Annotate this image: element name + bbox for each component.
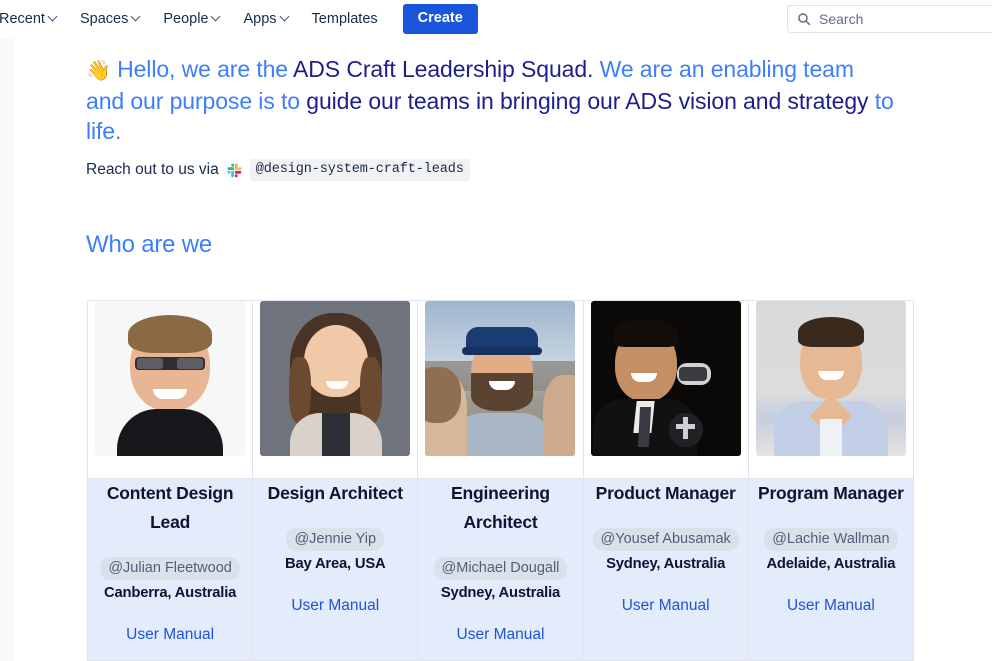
portrait-julian xyxy=(95,301,246,456)
team-mention-pill[interactable]: @Lachie Wallman xyxy=(764,528,898,551)
portrait-yousef xyxy=(590,301,741,456)
team-photo-cell xyxy=(747,300,915,479)
section-heading-who-are-we: Who are we xyxy=(86,231,213,258)
team-info-cell: Program Manager @Lachie Wallman Adelaide, … xyxy=(747,478,915,661)
team-photo-cell xyxy=(417,300,584,479)
team-role-title: Program Manager xyxy=(757,483,904,503)
team-info-cell: Content Design Lead @Julian Fleetwood Canb… xyxy=(86,478,254,661)
team-mention-row: @Michael Dougall xyxy=(418,537,582,580)
user-manual-link[interactable]: User Manual xyxy=(749,596,913,616)
waving-hand-icon: 👋 xyxy=(86,60,111,82)
slack-icon xyxy=(226,162,243,179)
nav-templates[interactable]: Templates xyxy=(301,4,389,34)
nav-people-label: People xyxy=(163,11,209,27)
team-mention-pill[interactable]: @Julian Fleetwood xyxy=(100,557,240,580)
portrait-jennie xyxy=(260,301,411,456)
search-icon xyxy=(797,12,811,26)
team-photo-row xyxy=(86,300,915,479)
user-manual-link[interactable]: User Manual xyxy=(418,625,582,645)
team-location: Bay Area, USA xyxy=(285,556,386,572)
team-mention-row: @Lachie Wallman xyxy=(749,508,913,551)
nav-apps-label: Apps xyxy=(243,11,277,27)
team-mention-row: @Yousef Abusamak xyxy=(584,508,748,551)
team-role-title: Product Manager xyxy=(595,483,736,503)
left-gutter xyxy=(0,38,14,661)
portrait-lachie xyxy=(755,301,906,456)
team-mention-row: @Jennie Yip xyxy=(253,508,417,551)
contact-line: Reach out to us via @design-system-craft… xyxy=(86,159,470,181)
nav-spaces-label: Spaces xyxy=(79,11,129,27)
team-location: Adelaide, Australia xyxy=(766,556,896,572)
team-role-title: Engineering Architect xyxy=(451,483,550,532)
team-photo-cell xyxy=(582,300,749,479)
team-location: Sydney, Australia xyxy=(440,585,561,601)
team-location: Canberra, Australia xyxy=(104,585,237,601)
team-photo-cell xyxy=(86,300,254,479)
chevron-down-icon xyxy=(49,13,58,22)
user-manual-link[interactable]: User Manual xyxy=(88,625,252,645)
intro-heading: 👋 Hello, we are the ADS Craft Leadership… xyxy=(86,54,898,146)
user-manual-link[interactable]: User Manual xyxy=(584,596,748,616)
intro-segment-1: Hello, we are the xyxy=(117,56,294,82)
search-placeholder-text: Search xyxy=(819,11,864,27)
nav-recent[interactable]: Recent xyxy=(0,4,69,34)
team-info-cell: Engineering Architect @Michael Dougall Syd… xyxy=(417,478,584,661)
nav-items: Recent Spaces People Apps Templates xyxy=(0,0,389,38)
nav-recent-label: Recent xyxy=(0,11,45,27)
intro-segment-2: ADS Craft Leadership Squad. xyxy=(293,56,594,82)
team-mention-pill[interactable]: @Yousef Abusamak xyxy=(592,528,739,551)
search-input[interactable]: Search xyxy=(787,5,992,33)
team-mention-pill[interactable]: @Jennie Yip xyxy=(286,528,385,551)
nav-apps[interactable]: Apps xyxy=(232,4,300,34)
slack-channel-chip[interactable]: @design-system-craft-leads xyxy=(249,159,470,181)
portrait-michael xyxy=(425,301,576,456)
team-role-title: Content Design Lead xyxy=(106,483,234,532)
user-manual-link[interactable]: User Manual xyxy=(253,596,417,616)
team-info-cell: Product Manager @Yousef Abusamak Sydney, A… xyxy=(582,478,749,661)
contact-prefix-text: Reach out to us via xyxy=(86,161,219,178)
chevron-down-icon xyxy=(212,13,221,22)
team-table: Content Design Lead @Julian Fleetwood Canb… xyxy=(86,300,915,661)
team-role-title: Design Architect xyxy=(267,483,403,503)
intro-segment-4: guide our teams in bringing our ADS visi… xyxy=(306,88,869,114)
team-info-cell: Design Architect @Jennie Yip Bay Area, USA… xyxy=(252,478,419,661)
chevron-down-icon xyxy=(132,13,141,22)
chevron-down-icon xyxy=(281,13,290,22)
nav-spaces[interactable]: Spaces xyxy=(69,4,152,34)
create-button[interactable]: Create xyxy=(402,4,478,34)
team-mention-row: @Julian Fleetwood xyxy=(88,537,252,580)
team-mention-pill[interactable]: @Michael Dougall xyxy=(433,557,568,580)
nav-templates-label: Templates xyxy=(311,11,378,27)
top-navigation-bar: Recent Spaces People Apps Templates Create S… xyxy=(0,0,992,38)
team-photo-cell xyxy=(252,300,419,479)
team-info-row: Content Design Lead @Julian Fleetwood Canb… xyxy=(86,478,915,661)
nav-people[interactable]: People xyxy=(152,4,232,34)
team-location: Sydney, Australia xyxy=(606,556,726,572)
page-root: Recent Spaces People Apps Templates Create S… xyxy=(0,0,992,661)
